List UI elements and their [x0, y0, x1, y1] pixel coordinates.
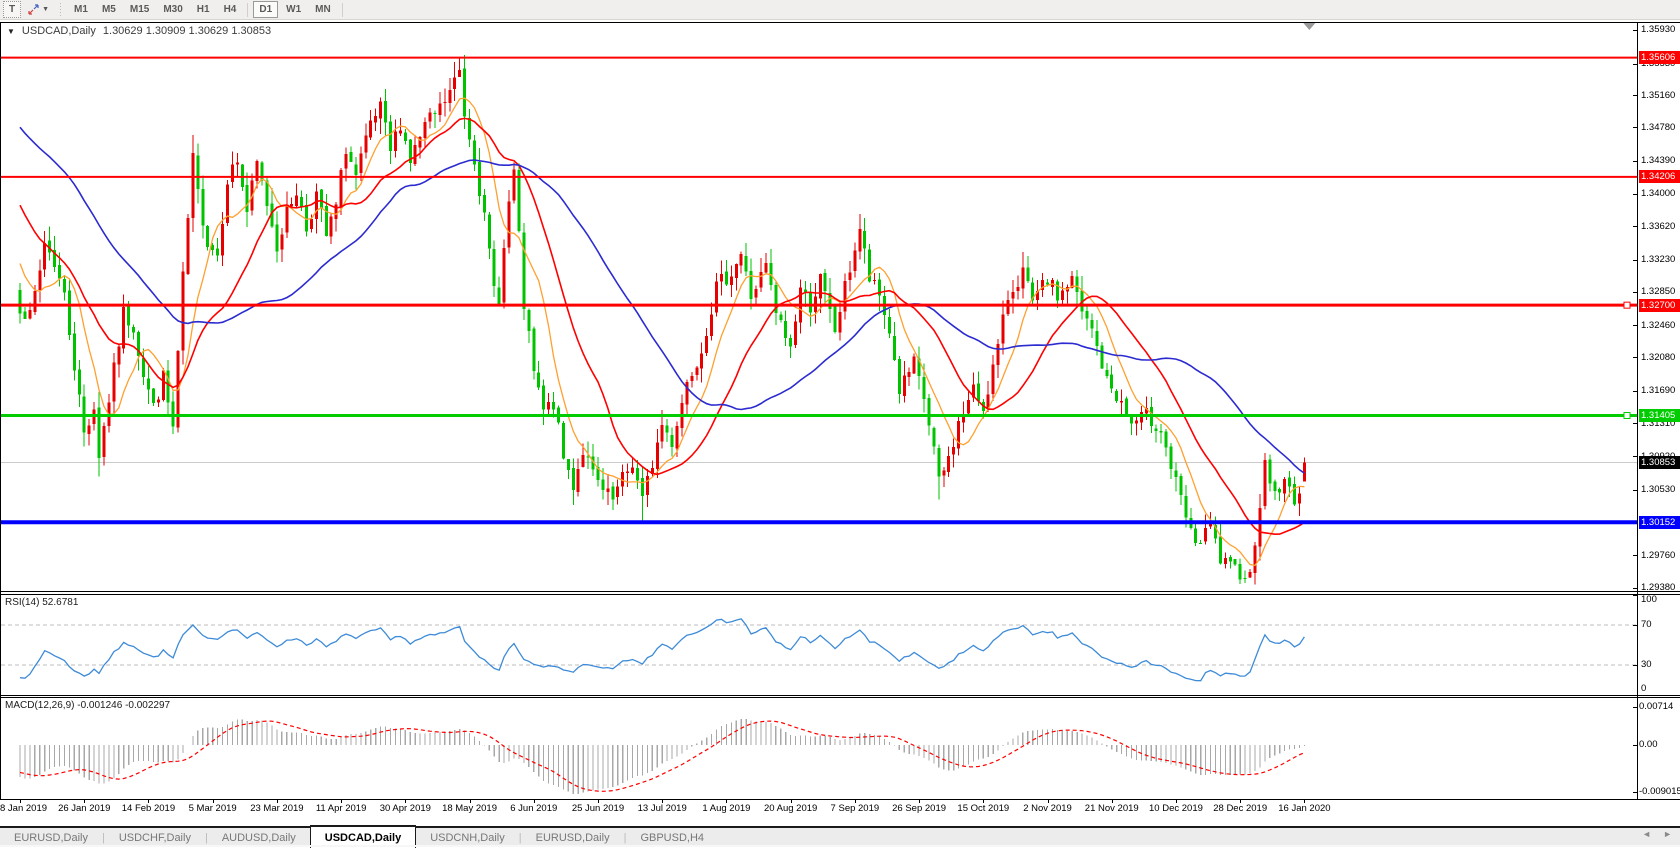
rsi-tick-label: 0: [1641, 683, 1646, 695]
date-label: 15 Oct 2019: [957, 803, 1009, 814]
chart-canvas[interactable]: [0, 0, 1680, 847]
price-tick: [1633, 555, 1637, 556]
macd-tick-label: 0.00: [1639, 739, 1658, 751]
price-tick: [1633, 292, 1637, 293]
date-label: 30 Apr 2019: [380, 803, 431, 814]
macd-label: MACD(12,26,9) -0.001246 -0.002297: [5, 700, 170, 711]
date-label: 14 Feb 2019: [122, 803, 175, 814]
date-label: 13 Jul 2019: [638, 803, 687, 814]
date-label: 26 Jan 2019: [58, 803, 110, 814]
mt4-window: T ▼ M1M5M15M30H1H4D1W1MN ▼ USDCAD,Daily …: [0, 0, 1680, 847]
price-tick: [1633, 490, 1637, 491]
macd-tick: [1633, 792, 1637, 793]
date-label: 10 Dec 2019: [1149, 803, 1203, 814]
date-label: 16 Jan 2020: [1278, 803, 1330, 814]
price-tick-label: 1.32460: [1641, 320, 1675, 332]
date-label: 21 Nov 2019: [1085, 803, 1139, 814]
hline-price-badge: 1.31405: [1639, 409, 1680, 422]
price-tick-label: 1.34000: [1641, 188, 1675, 200]
current-price-badge: 1.30853: [1639, 456, 1680, 469]
price-tick: [1633, 30, 1637, 31]
price-tick: [1633, 391, 1637, 392]
price-tick-label: 1.33620: [1641, 221, 1675, 233]
hline-price-badge: 1.35606: [1639, 51, 1680, 64]
price-tick: [1633, 161, 1637, 162]
rsi-tick: [1633, 625, 1637, 626]
date-label: 18 May 2019: [442, 803, 497, 814]
macd-tick: [1633, 745, 1637, 746]
price-tick-label: 1.32080: [1641, 352, 1675, 364]
chart-shift-marker: [1303, 23, 1315, 30]
hline-price-badge: 1.34206: [1639, 170, 1680, 183]
date-label: 8 Jan 2019: [0, 803, 47, 814]
date-label: 28 Dec 2019: [1213, 803, 1267, 814]
date-label: 6 Jun 2019: [510, 803, 557, 814]
price-tick-label: 1.34390: [1641, 155, 1675, 167]
tab-scroll-left-icon[interactable]: ◄: [1642, 829, 1651, 839]
price-tick: [1633, 64, 1637, 65]
date-label: 5 Mar 2019: [189, 803, 237, 814]
price-tick: [1633, 95, 1637, 96]
date-label: 11 Apr 2019: [316, 803, 367, 814]
price-tick: [1633, 226, 1637, 227]
macd-tick: [1633, 707, 1637, 708]
rsi-label: RSI(14) 52.6781: [5, 597, 78, 608]
date-label: 7 Sep 2019: [831, 803, 880, 814]
price-tick: [1633, 588, 1637, 589]
hline-price-badge: 1.32700: [1639, 299, 1680, 312]
tab-scroll-right-icon[interactable]: ►: [1663, 829, 1672, 839]
hline-price-badge: 1.30152: [1639, 516, 1680, 529]
chart-tab-bar: EURUSD,Daily|USDCHF,Daily|AUDUSD,DailyUS…: [0, 826, 1680, 847]
date-label: 25 Jun 2019: [572, 803, 624, 814]
macd-tick-label: -0.009015: [1639, 786, 1680, 798]
rsi-tick: [1633, 595, 1637, 596]
price-tick: [1633, 194, 1637, 195]
collapse-ohlc-arrow[interactable]: ▼: [7, 27, 15, 36]
rsi-tick-label: 70: [1641, 619, 1652, 631]
price-tick-label: 1.35160: [1641, 90, 1675, 102]
price-tick-label: 1.32850: [1641, 286, 1675, 298]
symbol-title: USDCAD,Daily: [22, 25, 96, 37]
price-tick-label: 1.30530: [1641, 484, 1675, 496]
price-tick: [1633, 260, 1637, 261]
price-tick-label: 1.29760: [1641, 550, 1675, 562]
date-label: 1 Aug 2019: [702, 803, 750, 814]
rsi-tick: [1633, 665, 1637, 666]
price-tick-label: 1.34780: [1641, 122, 1675, 134]
price-tick-label: 1.35930: [1641, 24, 1675, 36]
rsi-tick: [1633, 695, 1637, 696]
chart-header: ▼ USDCAD,Daily 1.30629 1.30909 1.30629 1…: [7, 25, 271, 37]
date-label: 20 Aug 2019: [764, 803, 817, 814]
price-tick-label: 1.33230: [1641, 254, 1675, 266]
price-tick: [1633, 325, 1637, 326]
macd-tick-label: 0.00714: [1639, 701, 1673, 713]
rsi-tick-label: 100: [1641, 594, 1657, 606]
price-tick: [1633, 456, 1637, 457]
date-label: 2 Nov 2019: [1023, 803, 1072, 814]
ohlc-values: 1.30629 1.30909 1.30629 1.30853: [103, 25, 271, 37]
price-tick: [1633, 423, 1637, 424]
price-tick-label: 1.31690: [1641, 385, 1675, 397]
date-label: 26 Sep 2019: [892, 803, 946, 814]
price-tick: [1633, 127, 1637, 128]
date-label: 23 Mar 2019: [250, 803, 303, 814]
rsi-tick-label: 30: [1641, 659, 1652, 671]
tab-scroll-buttons: ◄ ►: [1642, 829, 1672, 839]
price-tick-label: 1.29380: [1641, 582, 1675, 594]
price-tick: [1633, 357, 1637, 358]
